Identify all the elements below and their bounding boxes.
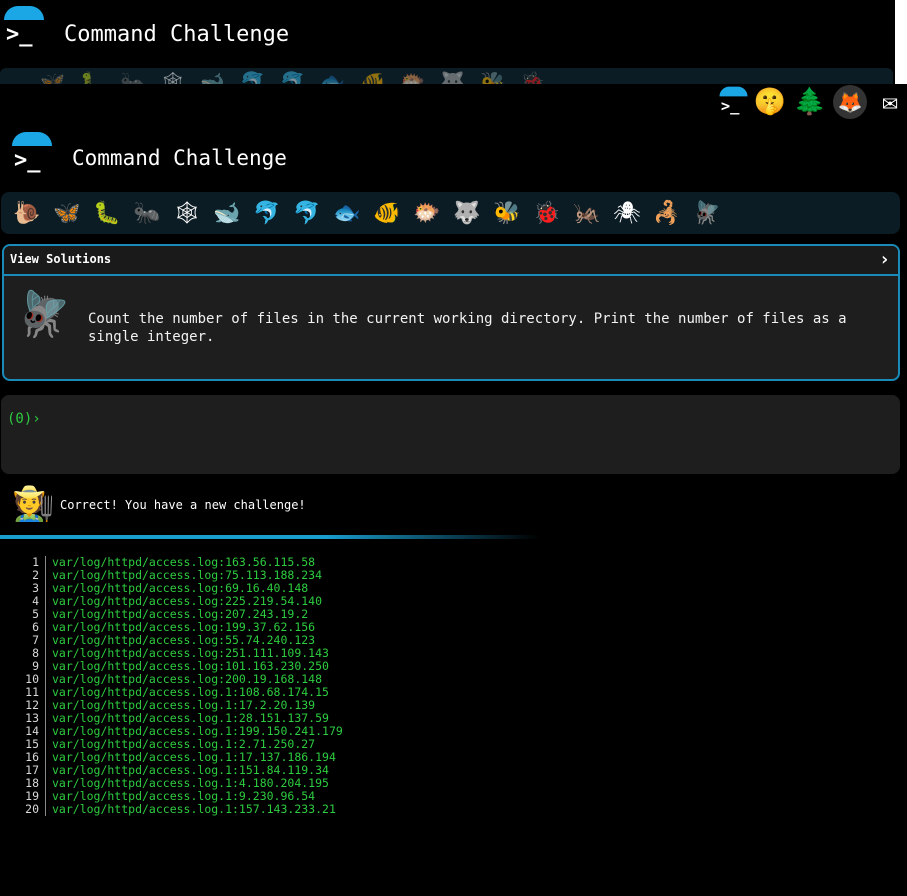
tropical-fish-icon[interactable]: 🐠: [367, 201, 407, 226]
spider-icon[interactable]: 🕷: [607, 201, 647, 226]
farmer-avatar-icon: 🧑‍🌾: [12, 484, 55, 524]
dolphin-icon[interactable]: 🐬: [247, 201, 287, 226]
ghost-header: >_ Command Challenge 🦋 🐛 🐜 🕸 🐋 🐬 🐬 🐟 🐠 🐡 🐺 🐝 🐞: [0, 0, 895, 84]
top-icon-bar: >_ 🤫 🌲 🦊 ✉: [713, 84, 907, 120]
line-number: 5: [0, 608, 46, 621]
page-title: Command Challenge: [72, 146, 287, 170]
terminal-logo-icon[interactable]: >_: [713, 85, 748, 119]
line-number: 8: [0, 647, 46, 660]
dolphin-grey-icon[interactable]: 🐬: [287, 201, 327, 226]
output-row: 20 var/log/httpd/access.log.1:157.143.233…: [0, 803, 343, 816]
line-number: 7: [0, 634, 46, 647]
cricket-icon[interactable]: 🦗: [567, 201, 607, 226]
line-number: 17: [0, 764, 46, 777]
line-number: 12: [0, 699, 46, 712]
terminal-prompt: (0)›: [7, 411, 41, 427]
line-number: 2: [0, 569, 46, 582]
line-number: 11: [0, 686, 46, 699]
snail-icon[interactable]: 🐌: [7, 201, 47, 226]
line-number: 15: [0, 738, 46, 751]
command-output: 1 var/log/httpd/access.log:163.56.115.58 2…: [0, 556, 343, 816]
terminal-logo-icon: >_: [2, 6, 46, 50]
envelope-icon[interactable]: ✉: [873, 85, 907, 119]
gitlab-icon[interactable]: 🦊: [833, 85, 867, 119]
line-number: 14: [0, 725, 46, 738]
ghost-icon-strip: 🦋 🐛 🐜 🕸 🐋 🐬 🐬 🐟 🐠 🐡 🐺 🐝 🐞: [0, 68, 893, 84]
terminal-logo-icon[interactable]: >_: [10, 132, 54, 176]
christmas-tree-icon[interactable]: 🌲: [793, 85, 827, 119]
ghost-title: Command Challenge: [64, 22, 290, 47]
line-number: 19: [0, 790, 46, 803]
line-number: 3: [0, 582, 46, 595]
bee-icon[interactable]: 🐝: [487, 201, 527, 226]
caterpillar-icon[interactable]: 🐛: [87, 201, 127, 226]
fly-icon: 🪰: [16, 289, 71, 340]
blowfish-icon[interactable]: 🐡: [407, 201, 447, 226]
whale-icon[interactable]: 🐋: [207, 201, 247, 226]
challenge-panel: View Solutions › 🪰 Count the number of f…: [2, 244, 900, 381]
divider: [0, 535, 540, 539]
line-number: 20: [0, 803, 46, 816]
shushing-face-icon[interactable]: 🤫: [753, 85, 787, 119]
line-number: 13: [0, 712, 46, 725]
chevron-right-icon[interactable]: ›: [879, 249, 890, 270]
success-message: Correct! You have a new challenge!: [60, 498, 306, 512]
fish-icon[interactable]: 🐟: [327, 201, 367, 226]
success-notice: 🧑‍🌾 Correct! You have a new challenge!: [12, 484, 612, 528]
line-number: 16: [0, 751, 46, 764]
wolf-icon[interactable]: 🐺: [447, 201, 487, 226]
view-solutions-bar[interactable]: View Solutions ›: [4, 246, 898, 276]
line-number: 1: [0, 556, 46, 569]
line-number: 6: [0, 621, 46, 634]
line-number: 9: [0, 660, 46, 673]
line-number: 18: [0, 777, 46, 790]
page-header: >_ Command Challenge: [0, 128, 907, 186]
ant-icon[interactable]: 🐜: [127, 201, 167, 226]
output-line: var/log/httpd/access.log.1:157.143.233.2…: [52, 802, 336, 816]
terminal-input[interactable]: (0)›: [1, 395, 900, 474]
line-number: 4: [0, 595, 46, 608]
challenge-icon-strip: 🐌 🦋 🐛 🐜 🕸 🐋 🐬 🐬 🐟 🐠 🐡 🐺 🐝 🐞 🦗 🕷 🦂 🪰: [1, 192, 900, 234]
scorpion-icon[interactable]: 🦂: [647, 201, 687, 226]
fly-icon[interactable]: 🪰: [687, 201, 727, 226]
ladybug-icon[interactable]: 🐞: [527, 201, 567, 226]
butterfly-icon[interactable]: 🦋: [47, 201, 87, 226]
line-number: 10: [0, 673, 46, 686]
spiderweb-icon[interactable]: 🕸: [167, 201, 207, 226]
view-solutions-label[interactable]: View Solutions: [10, 252, 111, 266]
scrollbar-gap: [895, 0, 907, 84]
challenge-description: Count the number of files in the current…: [88, 311, 847, 345]
